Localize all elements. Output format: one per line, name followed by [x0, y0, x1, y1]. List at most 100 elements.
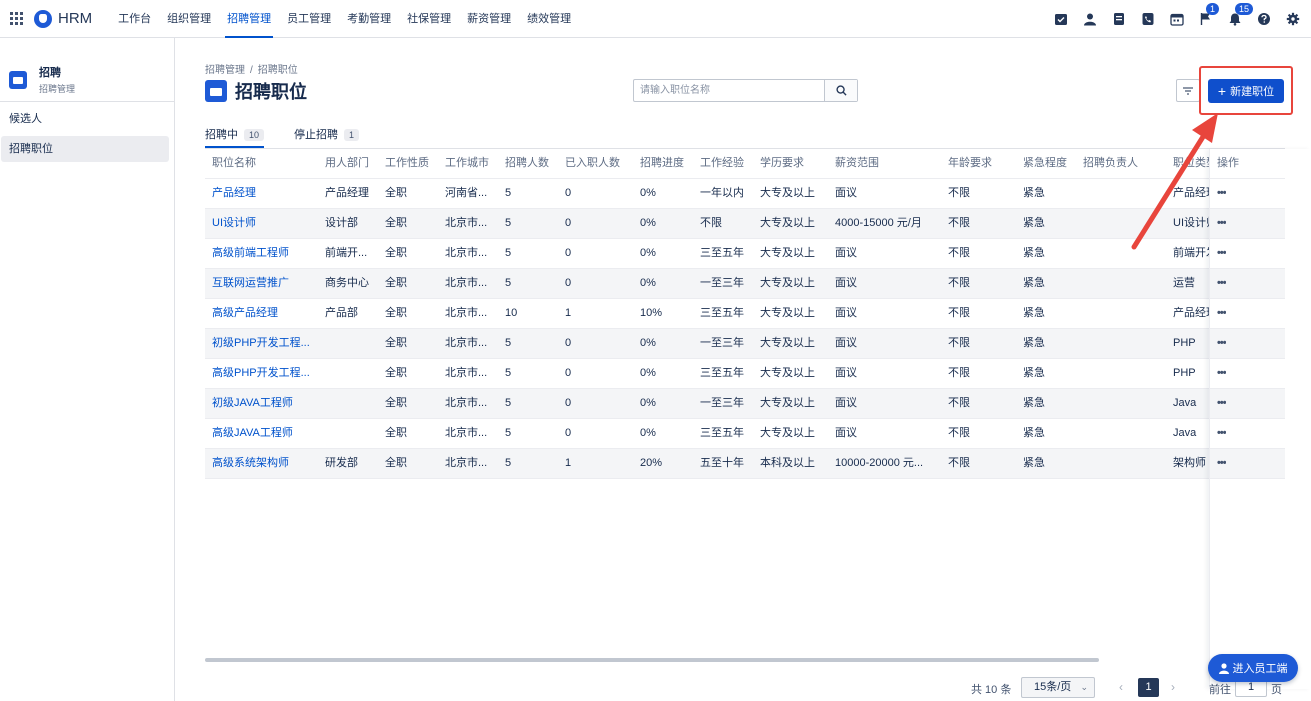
position-name-link[interactable]: 高级JAVA工程师: [212, 419, 293, 448]
table-row[interactable]: UI设计师 设计部 全职 北京市... 5 0 0% 不限 大专及以上 4000-15000 元/…: [205, 209, 1285, 239]
table-cell: 北京市...: [445, 277, 488, 289]
calendar-icon[interactable]: [1169, 11, 1185, 27]
position-name-link[interactable]: 产品经理: [212, 179, 256, 208]
table-cell: 紧急: [1023, 277, 1045, 289]
top-nav-bar: HRM 工作台 组织管理 招聘管理 员工管理 考勤管理 社保管理 薪资管理 绩效管理 1 15: [0, 0, 1311, 38]
user-icon[interactable]: [1082, 11, 1098, 27]
table-cell: 0: [565, 427, 572, 439]
table-cell: 不限: [948, 457, 970, 469]
nav-item[interactable]: 考勤管理: [339, 0, 399, 38]
column-header[interactable]: 工作经验: [700, 149, 744, 178]
table-row[interactable]: 高级系统架构师 研发部 全职 北京市... 5 1 20% 五至十年 本科及以上 10000-20…: [205, 449, 1285, 479]
tab-stopped[interactable]: 停止招聘 1: [294, 126, 360, 148]
prev-page-button[interactable]: ‹: [1119, 680, 1123, 694]
search-button[interactable]: [824, 80, 857, 101]
table-row[interactable]: 互联网运营推广 商务中心 全职 北京市... 5 0 0% 一至三年 大专及以上 面议 不限 紧急 运营…: [205, 269, 1285, 299]
nav-item[interactable]: 组织管理: [159, 0, 219, 38]
position-name-link[interactable]: 高级系统架构师: [212, 449, 289, 478]
column-header[interactable]: 年龄要求: [948, 149, 992, 178]
briefcase-icon: [9, 70, 27, 89]
table-row[interactable]: 初级JAVA工程师 全职 北京市... 5 0 0% 一至三年 大专及以上 面议 不限 紧急 Java…: [205, 389, 1285, 419]
phone-icon[interactable]: [1140, 11, 1156, 27]
position-name-link[interactable]: UI设计师: [212, 209, 256, 238]
table-cell: 5: [505, 247, 512, 259]
table-cell: 5: [505, 397, 512, 409]
settings-icon[interactable]: [1285, 11, 1301, 27]
table-cell: 面议: [835, 277, 857, 289]
position-name-link[interactable]: 高级前端工程师: [212, 239, 289, 268]
search-input[interactable]: [634, 80, 824, 101]
page-number-current[interactable]: 1: [1138, 678, 1159, 697]
table-cell: 面议: [835, 337, 857, 349]
column-header[interactable]: 招聘负责人: [1083, 149, 1138, 178]
help-icon[interactable]: [1256, 11, 1272, 27]
table-row[interactable]: 高级前端工程师 前端开... 全职 北京市... 5 0 0% 三至五年 大专及以上 面议 不限 紧急…: [205, 239, 1285, 269]
sidebar-divider: [0, 101, 174, 102]
user-icon: [1218, 662, 1229, 674]
position-name-link[interactable]: 初级JAVA工程师: [212, 389, 293, 418]
tab-recruiting[interactable]: 招聘中 10: [205, 126, 265, 148]
position-name-link[interactable]: 互联网运营推广: [212, 269, 289, 298]
sidebar-item-candidates[interactable]: 候选人: [1, 106, 169, 132]
table-row[interactable]: 初级PHP开发工程... 全职 北京市... 5 0 0% 一至三年 大专及以上 面议 不限 紧急 P…: [205, 329, 1285, 359]
column-header[interactable]: 薪资范围: [835, 149, 879, 178]
notification-badge: 1: [1206, 3, 1220, 15]
app-logo[interactable]: HRM: [34, 9, 92, 28]
nav-item[interactable]: 社保管理: [399, 0, 459, 38]
flag-icon[interactable]: 1: [1198, 3, 1220, 27]
table-cell: UI设计师: [1173, 217, 1209, 229]
table-cell: 产品经理: [325, 187, 369, 199]
nav-item[interactable]: 薪资管理: [459, 0, 519, 38]
table-cell: 大专及以上: [760, 187, 815, 199]
table-cell: 北京市...: [445, 397, 488, 409]
table-cell: 北京市...: [445, 337, 488, 349]
table-cell: 0: [565, 247, 572, 259]
column-header[interactable]: 工作性质: [385, 149, 429, 178]
table-cell: 面议: [835, 247, 857, 259]
filter-button[interactable]: [1176, 79, 1200, 102]
column-header[interactable]: 职位名称: [212, 149, 256, 178]
position-name-link[interactable]: 高级PHP开发工程...: [212, 359, 310, 388]
table-cell: 0: [565, 217, 572, 229]
document-icon[interactable]: [1111, 11, 1127, 27]
position-name-link[interactable]: 初级PHP开发工程...: [212, 329, 310, 358]
status-tabs: 招聘中 10 停止招聘 1: [205, 126, 389, 148]
column-header[interactable]: 用人部门: [325, 149, 369, 178]
breadcrumb-item: 招聘职位: [257, 65, 298, 76]
table-row[interactable]: 高级产品经理 产品部 全职 北京市... 10 1 10% 三至五年 大专及以上 面议 不限 紧急 产品…: [205, 299, 1285, 329]
column-header[interactable]: 工作城市: [445, 149, 489, 178]
sidebar: 招聘 招聘管理 候选人 招聘职位: [0, 38, 175, 701]
table-cell: PHP: [1173, 367, 1196, 379]
nav-item[interactable]: 招聘管理: [219, 0, 279, 38]
table-cell: 全职: [385, 277, 407, 289]
column-header[interactable]: 招聘人数: [505, 149, 549, 178]
table-cell: 不限: [948, 217, 970, 229]
table-row[interactable]: 高级PHP开发工程... 全职 北京市... 5 0 0% 三至五年 大专及以上 面议 不限 紧急 P…: [205, 359, 1285, 389]
employee-portal-button[interactable]: 进入员工端: [1208, 654, 1298, 682]
nav-item[interactable]: 绩效管理: [519, 0, 579, 38]
nav-item[interactable]: 员工管理: [279, 0, 339, 38]
page-title: 招聘职位: [205, 78, 307, 104]
nav-item[interactable]: 工作台: [110, 0, 159, 38]
table-cell: 一年以内: [700, 187, 744, 199]
bell-icon[interactable]: 15: [1227, 3, 1254, 27]
task-icon[interactable]: [1053, 11, 1069, 27]
table-cell: 0%: [640, 187, 656, 199]
next-page-button[interactable]: ›: [1171, 680, 1175, 694]
column-header[interactable]: 已入职人数: [565, 149, 620, 178]
table-cell: 产品部: [325, 307, 358, 319]
table-cell: 0%: [640, 277, 656, 289]
table-row[interactable]: 产品经理产品经理全职河南省...500%一年以内大专及以上面议不限紧急产品经理•…: [205, 179, 1285, 209]
column-header[interactable]: 职位类型: [1173, 149, 1209, 178]
column-header[interactable]: 学历要求: [760, 149, 804, 178]
apps-grid-icon[interactable]: [10, 11, 24, 26]
breadcrumb-item[interactable]: 招聘管理: [205, 65, 245, 76]
position-name-link[interactable]: 高级产品经理: [212, 299, 278, 328]
page-size-select[interactable]: 15条/页 ⌄: [1021, 677, 1095, 698]
column-header[interactable]: 招聘进度: [640, 149, 684, 178]
table-row[interactable]: 高级JAVA工程师 全职 北京市... 5 0 0% 三至五年 大专及以上 面议 不限 紧急 Java…: [205, 419, 1285, 449]
sidebar-item-positions[interactable]: 招聘职位: [1, 136, 169, 162]
horizontal-scrollbar[interactable]: [205, 658, 1099, 662]
column-header[interactable]: 紧急程度: [1023, 149, 1067, 178]
table-cell: 北京市...: [445, 427, 488, 439]
